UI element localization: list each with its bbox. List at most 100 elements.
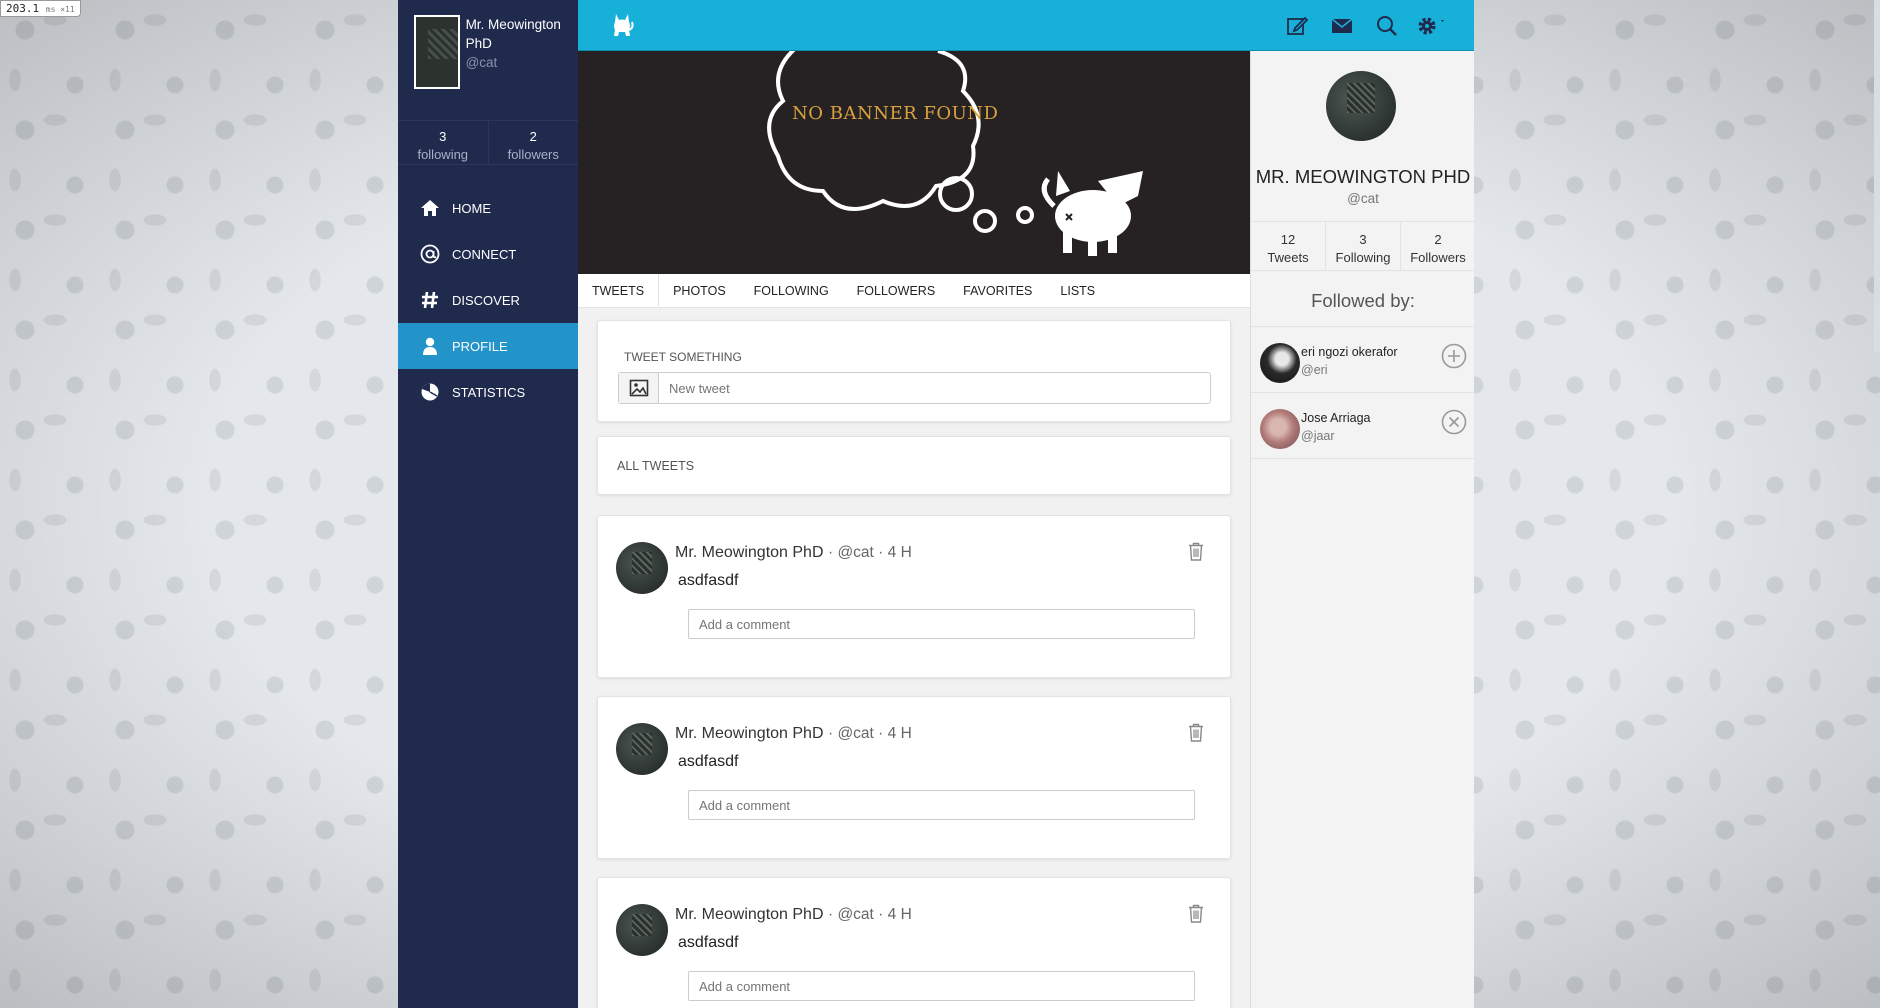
search-icon[interactable] [1364,15,1409,37]
trash-icon [1189,723,1203,742]
tweet-handle[interactable]: @cat [837,725,873,742]
sidebar-item-label: STATISTICS [452,384,526,400]
avatar[interactable] [1260,343,1300,383]
home-icon [418,196,442,220]
main-feed: TWEET SOMETHING ALL TWEETS Mr. Meowingto… [578,308,1250,1008]
sidebar-user-info: Mr. Meowington PhD @cat [466,15,562,105]
new-tweet-input[interactable] [659,373,1210,403]
follower-handle: @jaar [1301,429,1335,443]
profile-banner: NO BANNER FOUND [578,51,1250,274]
tweet-author[interactable]: Mr. Meowington PhD [675,725,824,742]
pie-chart-icon [418,380,442,404]
sidebar-counts: 3 following 2 followers [398,120,578,165]
followers-count[interactable]: 2 followers [487,121,579,164]
followers-count-number: 2 [529,129,537,144]
tweet-meta: · @cat · 4 H [827,906,912,923]
comment-input[interactable] [688,609,1195,639]
tweet-handle[interactable]: @cat [837,544,873,561]
follower-handle: @eri [1301,363,1328,377]
close-circle-icon [1441,409,1467,435]
image-upload-button[interactable] [619,373,659,403]
avatar[interactable] [414,15,460,89]
stat-number: 3 [1359,232,1367,247]
delete-tweet-button[interactable] [1188,904,1204,928]
tab-following[interactable]: FOLLOWING [740,274,843,307]
profile-panel: MR. MEOWINGTON PHD @cat 12 Tweets 3 Foll… [1250,51,1475,1008]
delete-tweet-button[interactable] [1188,723,1204,747]
compose-label: TWEET SOMETHING [624,350,742,364]
follow-button[interactable] [1441,343,1467,374]
sidebar-profile[interactable]: Mr. Meowington PhD @cat [398,0,578,120]
page-scrollbar[interactable] [1874,0,1880,352]
unfollow-button[interactable] [1441,409,1467,440]
profile-name: MR. MEOWINGTON PHD [1255,166,1471,187]
gear-icon[interactable] [1409,15,1454,37]
avatar[interactable] [616,723,668,775]
trash-icon [1189,542,1203,561]
tab-favorites[interactable]: FAVORITES [949,274,1046,307]
tweet-time: 4 H [887,544,912,561]
avatar[interactable] [1326,71,1396,141]
stat-label: Following [1335,250,1391,265]
following-count-label: following [417,147,469,162]
profile-handle: @cat [1347,191,1379,206]
envelope-icon[interactable] [1319,15,1364,37]
tab-lists[interactable]: LISTS [1046,274,1109,307]
stat-followers[interactable]: 2 Followers [1400,222,1475,270]
tab-tweets[interactable]: TWEETS [578,274,660,307]
list-item: eri ngozi okerafor @eri [1251,327,1475,393]
tab-photos[interactable]: PHOTOS [659,274,740,307]
tweet-header: Mr. Meowington PhD · @cat · 4 H [675,906,912,924]
comment-input[interactable] [688,790,1195,820]
tab-followers[interactable]: FOLLOWERS [843,274,950,307]
perf-counter: 203.1 ms ×11 [0,0,81,17]
sidebar-item-label: HOME [452,200,491,216]
tweet-handle[interactable]: @cat [837,906,873,923]
stat-tweets[interactable]: 12 Tweets [1251,222,1325,270]
avatar[interactable] [616,904,668,956]
followers-count-label: followers [507,147,559,162]
compose-field-group [618,372,1211,404]
cat-logo-icon[interactable] [610,12,634,43]
stat-number: 2 [1434,232,1442,247]
sidebar-user-handle: @cat [465,55,498,70]
following-count[interactable]: 3 following [398,121,488,164]
tweet-author[interactable]: Mr. Meowington PhD [675,544,824,561]
sidebar-item-statistics[interactable]: STATISTICS [398,369,578,415]
tweet-header: Mr. Meowington PhD · @cat · 4 H [675,544,912,562]
tweet-time: 4 H [887,725,912,742]
sidebar-item-discover[interactable]: DISCOVER [398,277,578,323]
follower-name[interactable]: Jose Arriaga [1301,411,1370,425]
avatar[interactable] [616,542,668,594]
follower-name[interactable]: eri ngozi okerafor [1301,345,1398,359]
avatar[interactable] [1260,409,1300,449]
comment-input[interactable] [688,971,1195,1001]
left-sidebar: Mr. Meowington PhD @cat 3 following 2 fo… [398,0,578,1008]
stat-following[interactable]: 3 Following [1325,222,1400,270]
all-tweets-label: ALL TWEETS [617,459,695,473]
tweet-author[interactable]: Mr. Meowington PhD [675,906,824,923]
stat-number: 12 [1280,232,1296,247]
following-count-number: 3 [439,129,447,144]
sidebar-nav: HOME CONNECT DISCOVER PROFILE STATISTICS [398,185,578,415]
at-icon [418,242,442,266]
tweet-meta: · @cat · 4 H [827,544,912,561]
image-icon [629,379,648,397]
sidebar-item-connect[interactable]: CONNECT [398,231,578,277]
profile-tabs: TWEETS PHOTOS FOLLOWING FOLLOWERS FAVORI… [578,274,1250,308]
profile-stats: 12 Tweets 3 Following 2 Followers [1251,221,1475,271]
person-icon [418,334,442,358]
tweet-meta: · @cat · 4 H [827,725,912,742]
sidebar-item-profile[interactable]: PROFILE [398,323,578,369]
banner-placeholder-text: NO BANNER FOUND [792,103,999,124]
sidebar-item-home[interactable]: HOME [398,185,578,231]
compose-icon[interactable] [1274,15,1319,37]
tweet-header: Mr. Meowington PhD · @cat · 4 H [675,725,912,743]
top-bar-actions [1274,15,1454,37]
hash-icon [418,288,442,312]
compose-card: TWEET SOMETHING [597,320,1231,422]
tweet-text: asdfasdf [678,753,739,770]
delete-tweet-button[interactable] [1188,542,1204,566]
trash-icon [1189,904,1203,923]
followed-by-list: eri ngozi okerafor @eri Jose Arriaga @ja… [1251,326,1475,459]
